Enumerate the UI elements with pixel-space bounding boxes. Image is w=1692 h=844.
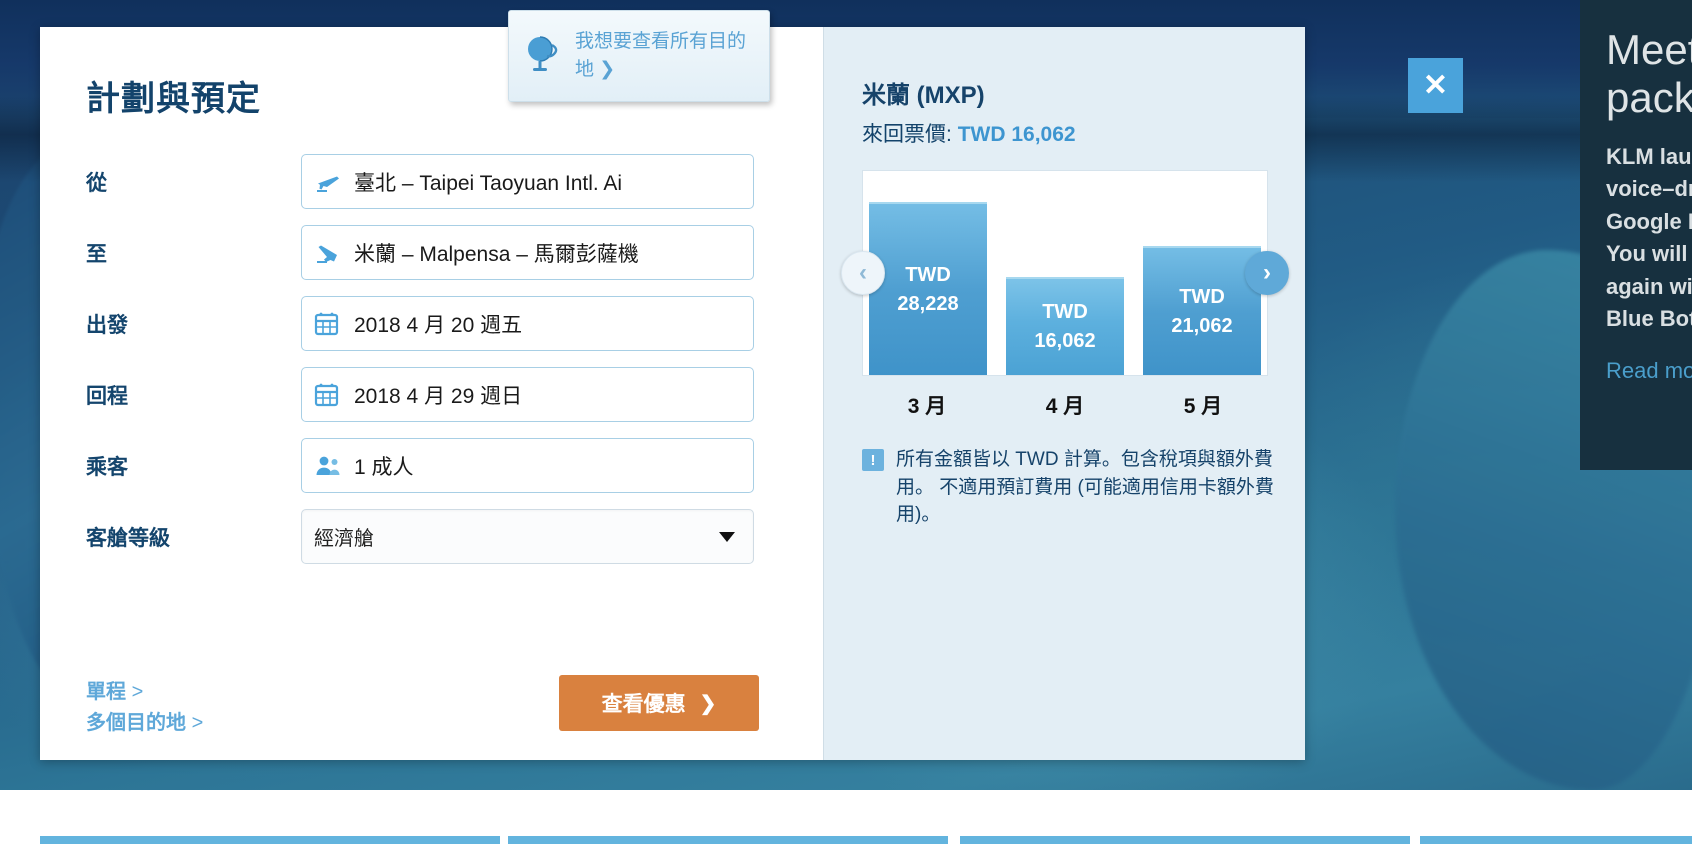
passengers-icon xyxy=(314,453,344,479)
from-input[interactable]: 臺北 – Taipei Taoyuan Intl. Ai xyxy=(301,154,754,209)
label-to: 至 xyxy=(86,242,107,266)
bottom-content-tiles xyxy=(0,836,1692,844)
bar-currency: TWD xyxy=(1042,301,1088,323)
bar-currency: TWD xyxy=(1179,285,1225,308)
chart-month-labels: 3 月 4 月 5 月 xyxy=(862,390,1268,420)
chevron-down-icon xyxy=(719,531,735,542)
promo-read-more-link[interactable]: Read mo xyxy=(1606,358,1692,384)
chart-prev-button[interactable]: ‹ xyxy=(841,251,885,295)
trip-type-links: 單程 > 多個目的地 > xyxy=(86,677,203,739)
bar-amount: 16,062 xyxy=(1034,330,1096,352)
bottom-content-tile[interactable] xyxy=(508,836,948,844)
bar-currency: TWD xyxy=(905,263,951,286)
bar-amount: 21,062 xyxy=(1171,314,1233,337)
label-return: 回程 xyxy=(86,384,128,408)
one-way-label: 單程 xyxy=(86,681,126,703)
field-row-cabin: 客艙等級 經濟艙 xyxy=(86,509,823,564)
promo-heading-line1: Meet xyxy=(1606,26,1692,73)
bottom-content-tile[interactable] xyxy=(40,836,500,844)
promo-body-line: again wit xyxy=(1606,273,1692,299)
globe-icon xyxy=(523,32,563,81)
to-value: 米蘭 – Malpensa – 馬爾彭薩機 xyxy=(354,242,639,266)
field-row-return: 回程 2018 4 月 29 週日 xyxy=(86,367,823,422)
from-value: 臺北 – Taipei Taoyuan Intl. Ai xyxy=(354,171,623,195)
field-row-passengers: 乘客 1 成人 xyxy=(86,438,823,493)
depart-date-input[interactable]: 2018 4 月 20 週五 xyxy=(301,296,754,351)
plane-depart-icon xyxy=(314,169,344,195)
fare-note-text: 所有金額皆以 TWD 計算。包含稅項與額外費用。 不適用預訂費用 (可能適用信用… xyxy=(896,449,1274,526)
calendar-icon xyxy=(314,311,344,337)
chart-month-label: 5 月 xyxy=(1183,395,1223,418)
multi-destination-label: 多個目的地 xyxy=(86,712,186,734)
chart-month-label: 4 月 xyxy=(1045,395,1085,418)
chevron-right-icon: ❯ xyxy=(699,692,717,715)
return-date-value: 2018 4 月 29 週日 xyxy=(354,384,523,408)
one-way-link[interactable]: 單程 > xyxy=(86,677,203,708)
label-cabin: 客艙等級 xyxy=(86,526,170,550)
chevron-right-icon: > xyxy=(131,681,144,703)
booking-widget: 計劃與預定 從 臺北 – Taipei Taoyuan Intl. Ai 至 米… xyxy=(40,27,1305,760)
bottom-content-tile[interactable] xyxy=(1420,836,1692,844)
all-destinations-label: 我想要查看所有目的地 ❯ xyxy=(575,31,747,80)
fare-line: 來回票價: TWD 16,062 xyxy=(862,118,1267,148)
promo-body-line: Google H xyxy=(1606,208,1692,234)
field-row-from: 從 臺北 – Taipei Taoyuan Intl. Ai xyxy=(86,154,823,209)
chart-month-label: 3 月 xyxy=(907,395,947,418)
promo-panel: Meet pack KLM laun voice–dri Google H You w… xyxy=(1580,0,1692,470)
chart-bar[interactable]: TWD 16,062 xyxy=(1006,277,1124,375)
promo-heading-line2: pack xyxy=(1606,74,1692,122)
view-offers-label: 查看優惠 xyxy=(601,693,686,716)
plane-arrive-icon xyxy=(314,240,344,266)
multi-destination-link[interactable]: 多個目的地 > xyxy=(86,708,203,739)
label-depart: 出發 xyxy=(86,313,128,337)
price-bar-chart: TWD 28,228 TWD 16,062 TWD 21,062 ‹ › xyxy=(841,170,1289,376)
promo-body-line: Blue Bot. xyxy=(1606,306,1692,332)
promo-body-line: voice–dri xyxy=(1606,176,1692,202)
view-offers-button[interactable]: 查看優惠 ❯ xyxy=(559,675,759,731)
chart-bars: TWD 28,228 TWD 16,062 TWD 21,062 xyxy=(863,171,1267,375)
info-icon: ! xyxy=(862,449,884,471)
cabin-class-select[interactable]: 經濟艙 xyxy=(301,509,754,564)
calendar-icon xyxy=(314,382,344,408)
fare-value: TWD 16,062 xyxy=(957,123,1076,146)
promo-body-line: KLM laun xyxy=(1606,143,1692,169)
label-passengers: 乘客 xyxy=(86,455,128,479)
fare-note: ! 所有金額皆以 TWD 計算。包含稅項與額外費用。 不適用預訂費用 (可能適用… xyxy=(862,446,1282,529)
chart-bar[interactable]: TWD 21,062 xyxy=(1143,246,1261,375)
promo-body: KLM laun voice–dri Google H You will again w… xyxy=(1606,141,1692,336)
label-from: 從 xyxy=(86,171,107,195)
to-input[interactable]: 米蘭 – Malpensa – 馬爾彭薩機 xyxy=(301,225,754,280)
booking-form: 計劃與預定 從 臺北 – Taipei Taoyuan Intl. Ai 至 米… xyxy=(40,27,823,760)
passengers-input[interactable]: 1 成人 xyxy=(301,438,754,493)
destination-name: 米蘭 (MXP) xyxy=(862,82,985,109)
return-date-input[interactable]: 2018 4 月 29 週日 xyxy=(301,367,754,422)
cabin-class-value: 經濟艙 xyxy=(314,528,374,550)
fare-label: 來回票價: xyxy=(862,123,952,146)
promo-body-line: You will xyxy=(1606,241,1688,267)
chevron-right-icon: > xyxy=(191,712,204,734)
all-destinations-tooltip[interactable]: 我想要查看所有目的地 ❯ xyxy=(508,10,770,102)
passengers-value: 1 成人 xyxy=(354,455,414,479)
chart-next-button[interactable]: › xyxy=(1245,251,1289,295)
close-icon[interactable]: ✕ xyxy=(1408,58,1463,113)
chart-bar[interactable]: TWD 28,228 xyxy=(869,202,987,375)
bottom-content-tile[interactable] xyxy=(960,836,1410,844)
bar-amount: 28,228 xyxy=(897,292,959,315)
field-row-depart: 出發 2018 4 月 20 週五 xyxy=(86,296,823,351)
depart-date-value: 2018 4 月 20 週五 xyxy=(354,313,523,337)
price-panel: 米蘭 (MXP) 來回票價: TWD 16,062 TWD 28,228 TWD 16… xyxy=(823,27,1305,760)
field-row-to: 至 米蘭 – Malpensa – 馬爾彭薩機 xyxy=(86,225,823,280)
